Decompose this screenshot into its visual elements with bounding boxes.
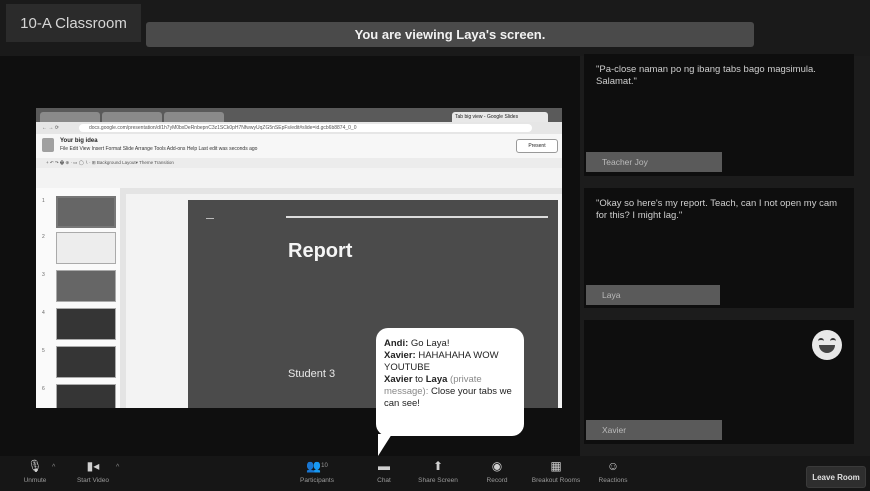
browser-tab-strip: Tab big view - Google Slides: [36, 108, 562, 122]
reactions-label: Reactions: [598, 477, 628, 484]
participants-label: Participants: [300, 477, 334, 484]
doc-menu[interactable]: File Edit View Insert Format Slide Arran…: [60, 146, 257, 152]
slides-logo-icon: [42, 138, 54, 152]
chat-message: Go Laya!: [408, 338, 450, 349]
chat-bubble: Andi: Go Laya! Xavier: HAHAHAHA WOW YOUT…: [376, 328, 524, 436]
participant-message: "Pa-close naman po ng ibang tabs bago ma…: [596, 64, 816, 87]
slide-dash: [206, 218, 214, 219]
thumb-number: 2: [42, 234, 45, 240]
participants-button[interactable]: 👥 10 Participants: [294, 459, 340, 489]
chat-sender: Andi:: [384, 338, 409, 349]
slide-divider: [286, 216, 548, 218]
screen-share-banner: You are viewing Laya's screen.: [146, 22, 754, 47]
chat-recipient: Laya: [425, 374, 448, 385]
vertical-ruler: [120, 194, 126, 408]
video-off-icon: ▮◂: [86, 459, 100, 473]
doc-title[interactable]: Your big idea: [60, 138, 257, 144]
chat-sender: Xavier: [384, 374, 413, 385]
participant-tile[interactable]: "Okay so here's my report. Teach, can I …: [584, 188, 854, 308]
chat-bubble-tail: [378, 434, 392, 456]
slide-thumbnail[interactable]: [56, 232, 116, 264]
participant-tile[interactable]: Xavier: [584, 320, 854, 444]
participant-name: Xavier: [586, 420, 722, 440]
present-button[interactable]: Present: [516, 139, 558, 153]
doc-header: Your big idea File Edit View Insert Form…: [36, 134, 562, 158]
nav-arrows-icon[interactable]: ← → ⟳: [42, 125, 59, 131]
chat-to-word: to: [412, 374, 426, 385]
slide-filmstrip: 1 2 3 4 5 6: [36, 188, 121, 408]
emoji-eye: [830, 338, 836, 344]
slide-thumbnail[interactable]: [56, 308, 116, 340]
chat-button[interactable]: ▬ Chat: [361, 459, 407, 489]
horizontal-ruler: [120, 188, 562, 194]
slide-subtitle[interactable]: Student 3: [288, 368, 335, 380]
slide-title[interactable]: Report: [288, 240, 352, 263]
chat-icon: ▬: [378, 459, 390, 473]
start-video-button[interactable]: ▮◂ Start Video: [70, 459, 116, 489]
browser-tab[interactable]: [102, 112, 162, 122]
thumb-number: 6: [42, 386, 45, 392]
share-screen-label: Share Screen: [418, 477, 458, 484]
thumb-number: 3: [42, 272, 45, 278]
participant-tile[interactable]: "Pa-close naman po ng ibang tabs bago ma…: [584, 54, 854, 176]
reactions-button[interactable]: ☺ Reactions: [590, 459, 636, 489]
slide-thumbnail[interactable]: [56, 196, 116, 228]
slide-thumbnail[interactable]: [56, 270, 116, 302]
browser-tab-active[interactable]: Tab big view - Google Slides: [452, 112, 548, 122]
address-bar[interactable]: docs.google.com/presentation/d/1h7yM0bxD…: [78, 124, 532, 132]
top-bar: 10-A Classroom You are viewing Laya's sc…: [0, 0, 870, 56]
muted-mic-icon: 🎙︎: [27, 459, 43, 473]
breakout-rooms-label: Breakout Rooms: [531, 477, 581, 484]
unmute-label: Unmute: [23, 477, 47, 484]
chat-label: Chat: [377, 477, 391, 484]
browser-tab[interactable]: [40, 112, 100, 122]
address-bar-row: ← → ⟳ docs.google.com/presentation/d/1h7…: [36, 122, 562, 134]
meeting-controls-bar: 🎙︎ Unmute ^ ▮◂ Start Video ^ 👥 10 Partici…: [0, 456, 870, 491]
chat-sender: Xavier:: [384, 350, 416, 361]
slides-toolbar[interactable]: + ↶ ↷ 🖶 ⊕ · ▭ ◯ ∖ · ⊞ Background Layout▾…: [36, 158, 562, 168]
room-title: 10-A Classroom: [6, 4, 141, 42]
breakout-rooms-button[interactable]: ▦ Breakout Rooms: [531, 459, 581, 489]
breakout-rooms-icon: ▦: [550, 459, 562, 473]
chevron-up-icon[interactable]: ^: [52, 464, 55, 471]
laughing-emoji-icon: [812, 330, 842, 360]
reactions-icon: ☺: [606, 459, 620, 473]
participant-name: Teacher Joy: [586, 152, 722, 172]
participant-name: Laya: [586, 285, 720, 305]
participants-count: 10: [321, 463, 328, 469]
emoji-mouth: [819, 345, 835, 353]
share-screen-icon: ⬆: [432, 459, 444, 473]
record-label: Record: [486, 477, 508, 484]
thumb-number: 4: [42, 310, 45, 316]
slide-thumbnail[interactable]: [56, 346, 116, 378]
chevron-up-icon[interactable]: ^: [116, 464, 119, 471]
thumb-number: 5: [42, 348, 45, 354]
share-screen-button[interactable]: ⬆ Share Screen: [415, 459, 461, 489]
start-video-label: Start Video: [76, 477, 110, 484]
leave-room-button[interactable]: Leave Room: [806, 466, 866, 488]
record-button[interactable]: ◉ Record: [474, 459, 520, 489]
slide-thumbnail[interactable]: [56, 384, 116, 408]
browser-tab[interactable]: [164, 112, 224, 122]
participants-icon: 👥 10: [306, 459, 328, 473]
record-icon: ◉: [491, 459, 503, 473]
participant-message: "Okay so here's my report. Teach, can I …: [596, 198, 838, 221]
thumb-number: 1: [42, 198, 45, 204]
emoji-eye: [818, 338, 824, 344]
